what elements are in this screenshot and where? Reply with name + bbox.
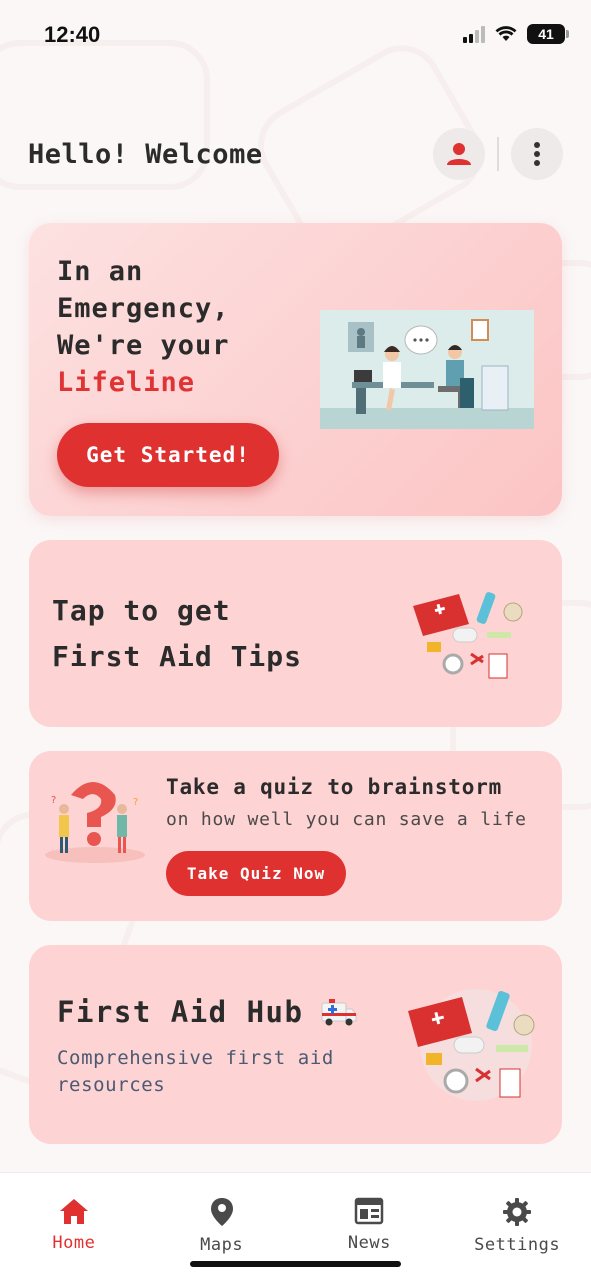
- take-quiz-button[interactable]: Take Quiz Now: [166, 851, 346, 896]
- tab-maps-label: Maps: [200, 1235, 244, 1255]
- cellular-signal-icon: [463, 25, 485, 43]
- wifi-icon: [495, 26, 517, 41]
- tips-line-2: First Aid Tips: [52, 640, 303, 673]
- tips-line-1: Tap to get: [52, 594, 231, 627]
- svg-text:?: ?: [133, 797, 138, 808]
- tab-home-label: Home: [52, 1233, 96, 1253]
- quiz-subtitle: on how well you can save a life: [166, 809, 527, 830]
- battery-icon: 41: [527, 24, 569, 44]
- quiz-title: Take a quiz to brainstorm: [166, 775, 503, 799]
- hero-heading: In an Emergency, We're your Lifeline: [57, 253, 230, 401]
- first-aid-tips-card[interactable]: Tap to get First Aid Tips: [29, 540, 562, 727]
- hero-line-1: In an: [57, 256, 144, 287]
- status-bar: 12:40 41: [0, 0, 591, 70]
- hub-title-text: First Aid Hub: [57, 995, 304, 1029]
- user-icon: [447, 143, 471, 165]
- page-title: Hello! Welcome: [28, 138, 263, 170]
- doctor-consultation-illustration: [320, 310, 534, 429]
- tab-settings[interactable]: Settings: [444, 1173, 591, 1280]
- more-options-button[interactable]: [511, 128, 563, 180]
- hub-subtitle: Comprehensive first aid resources: [57, 1047, 334, 1096]
- svg-text:?: ?: [51, 795, 56, 806]
- hero-line-3: We're your: [57, 330, 230, 361]
- header: Hello! Welcome: [28, 126, 563, 182]
- home-indicator: [190, 1261, 401, 1267]
- gear-icon: [503, 1198, 532, 1226]
- tab-home[interactable]: Home: [0, 1173, 147, 1280]
- more-vertical-icon: [534, 142, 540, 166]
- get-started-button[interactable]: Get Started!: [57, 423, 279, 487]
- news-icon: [355, 1197, 384, 1225]
- tips-heading: Tap to get First Aid Tips: [52, 588, 302, 680]
- header-divider: [497, 137, 499, 171]
- hub-title: First Aid Hub: [57, 995, 357, 1029]
- first-aid-hub-card[interactable]: First Aid Hub Comprehensive first aid re…: [29, 945, 562, 1144]
- hero-card: In an Emergency, We're your Lifeline Get…: [29, 223, 562, 516]
- map-pin-icon: [210, 1198, 233, 1226]
- tab-news-label: News: [347, 1233, 391, 1253]
- ambulance-icon: [321, 999, 357, 1026]
- quiz-question-illustration: ? ?: [45, 782, 145, 863]
- first-aid-supplies-illustration: [408, 989, 535, 1101]
- hero-accent: Lifeline: [57, 367, 196, 398]
- tab-settings-label: Settings: [474, 1235, 561, 1255]
- first-aid-kit-illustration: [413, 592, 523, 679]
- quiz-card: ? ? Take a quiz to brainstorm on how wel…: [29, 751, 562, 921]
- profile-button[interactable]: [433, 128, 485, 180]
- status-time: 12:40: [44, 22, 101, 47]
- home-icon: [59, 1199, 88, 1224]
- hero-line-2: Emergency,: [57, 293, 230, 324]
